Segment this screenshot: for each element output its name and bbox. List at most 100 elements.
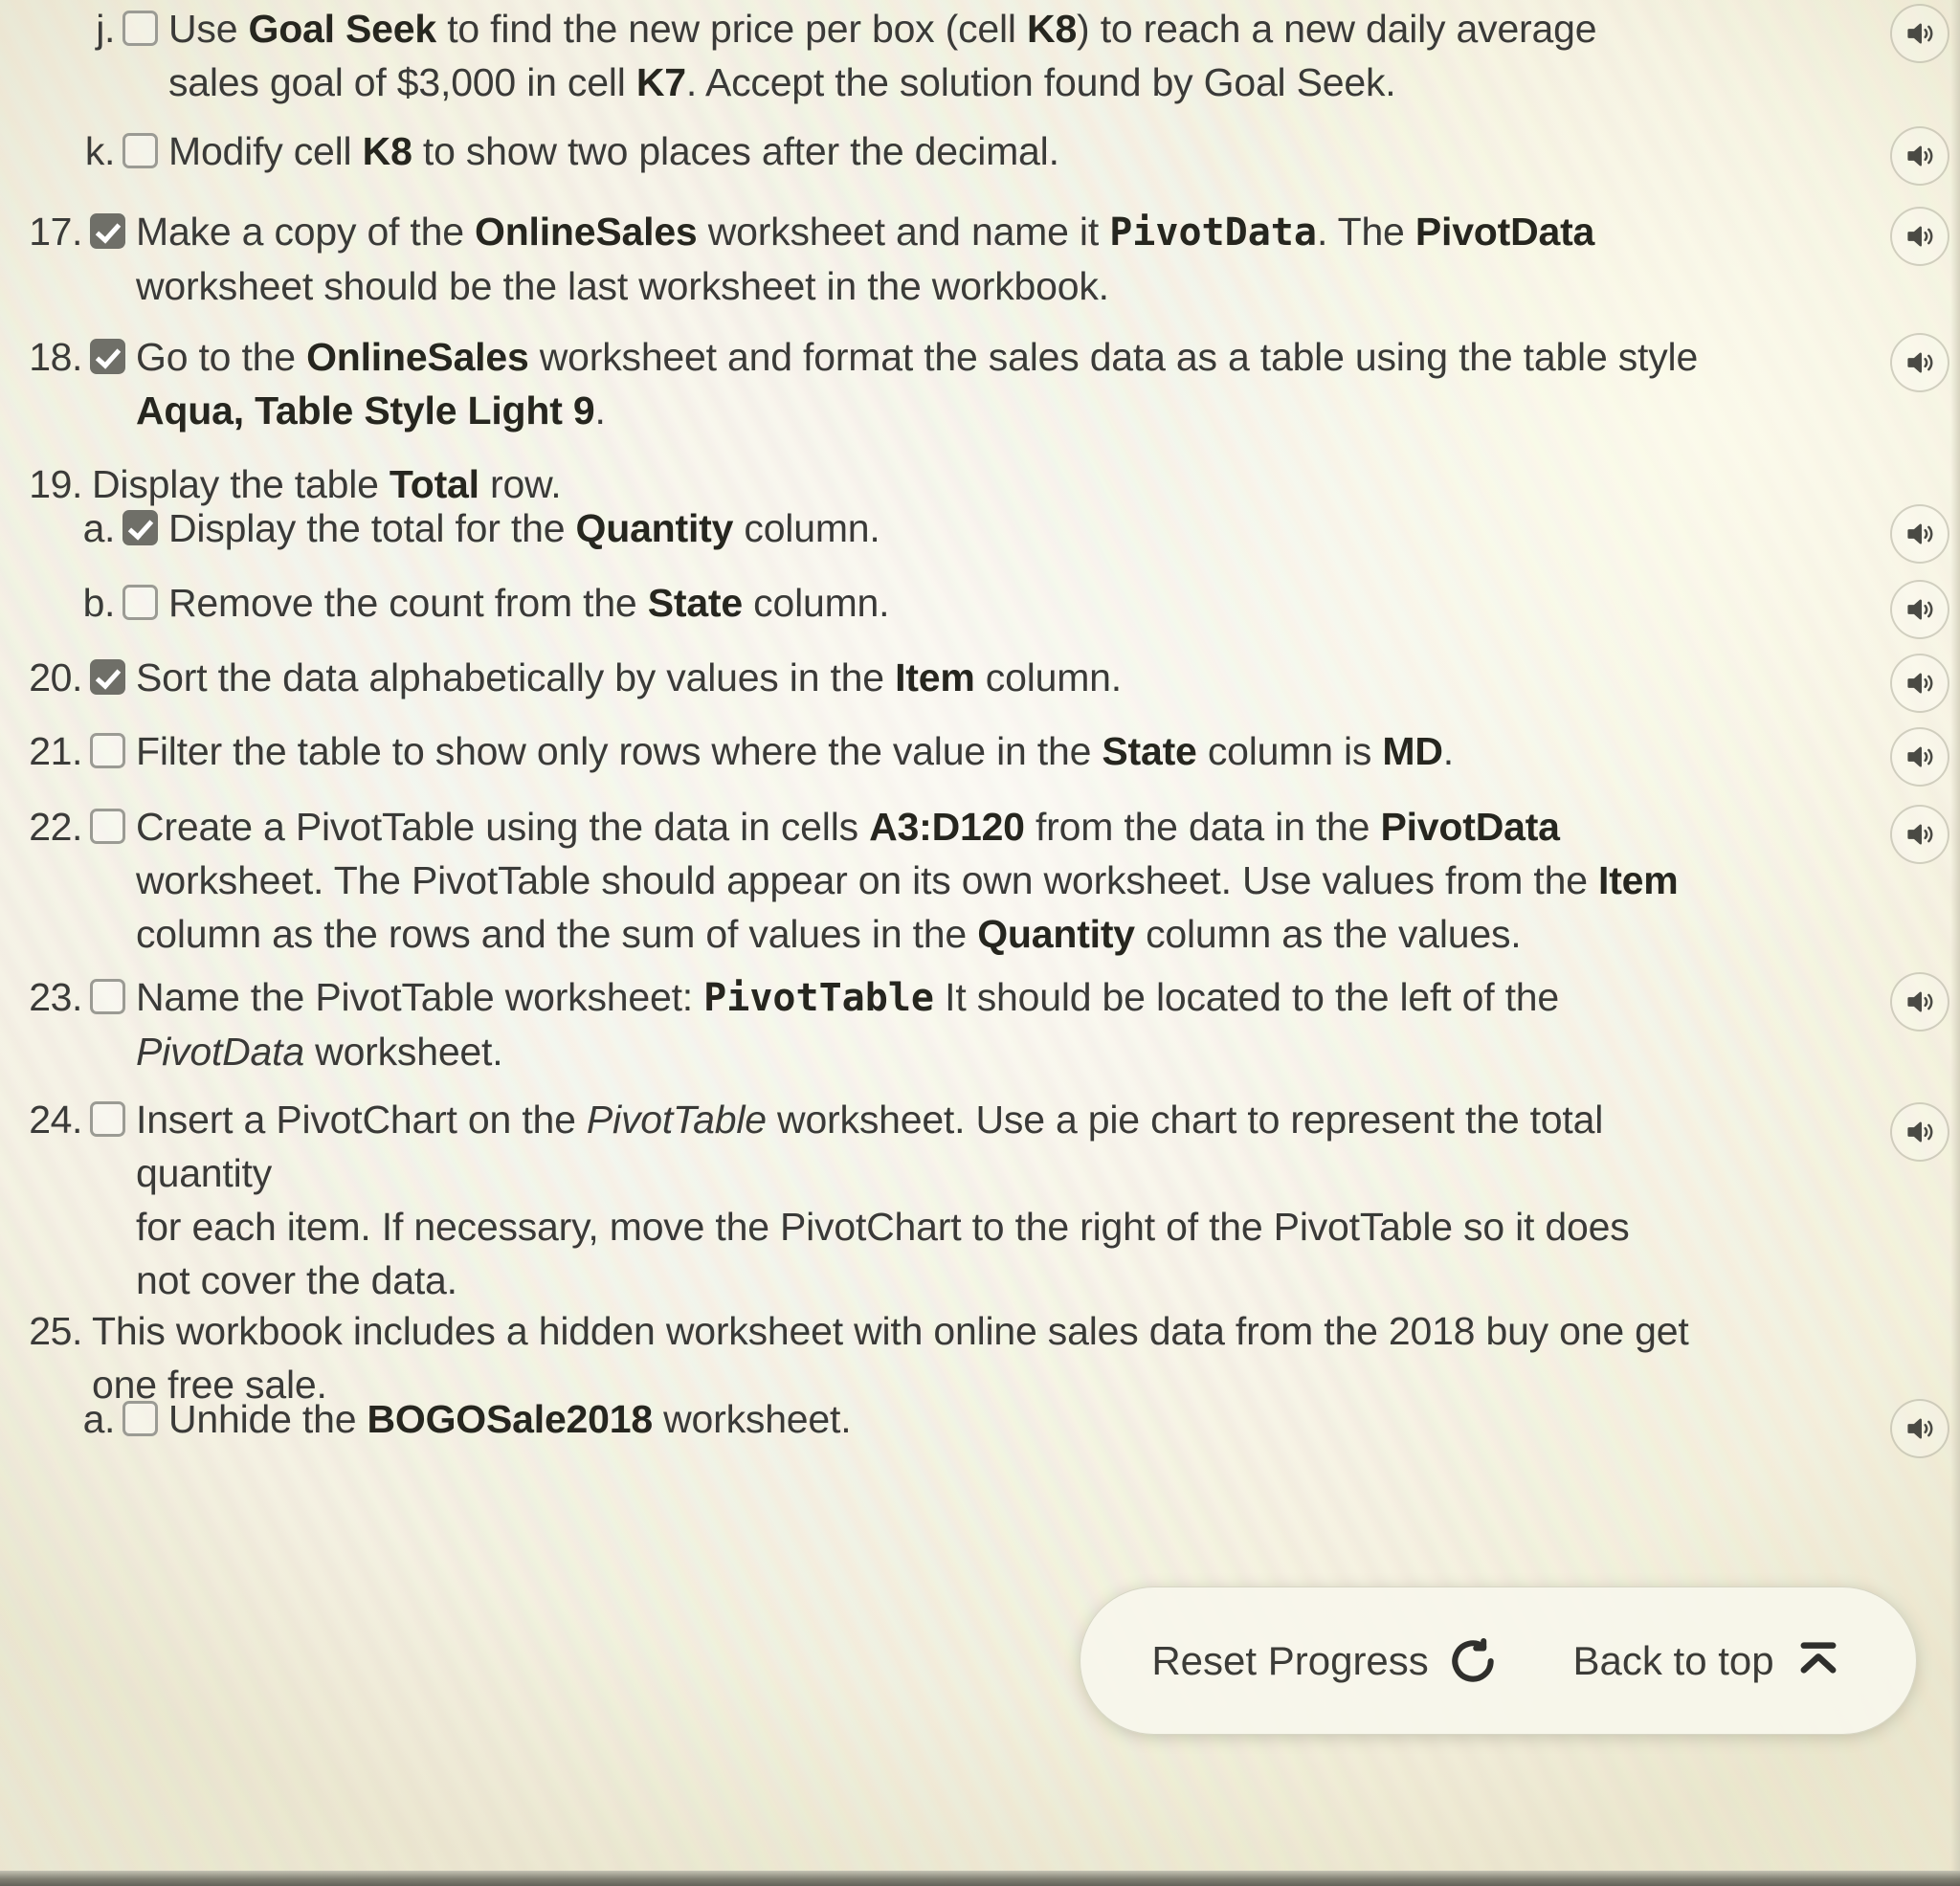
text-run: not cover the data.: [136, 1258, 457, 1302]
checkbox-checked-icon[interactable]: [90, 339, 125, 374]
checklist-item-text: Unhide the BOGOSale2018 worksheet.: [168, 1392, 852, 1446]
text-run: OnlineSales: [475, 210, 698, 254]
checklist-item-number: 17.: [29, 210, 82, 254]
checkbox-checked-icon[interactable]: [90, 659, 125, 695]
read-aloud-button[interactable]: [1890, 126, 1949, 186]
checklist-item-text: Name the PivotTable worksheet: PivotTabl…: [136, 970, 1559, 1078]
text-run: Display the total for the: [168, 506, 576, 550]
checkbox-unchecked-icon[interactable]: [122, 1401, 158, 1436]
text-run: Display the table: [92, 462, 390, 506]
text-run: PivotTable: [586, 1098, 767, 1142]
text-run: State: [647, 581, 743, 625]
read-aloud-button[interactable]: [1890, 1102, 1949, 1162]
speaker-volume-icon: [1904, 17, 1936, 50]
text-run: column.: [974, 655, 1122, 699]
checklist-item-number: k.: [84, 129, 115, 173]
text-run: sales goal of $3,000 in cell: [168, 60, 636, 104]
checkbox-unchecked-icon[interactable]: [90, 809, 125, 844]
speaker-volume-icon: [1904, 518, 1936, 550]
read-aloud-button[interactable]: [1890, 654, 1949, 713]
text-run: to show two places after the decimal.: [412, 129, 1059, 173]
read-aloud-button[interactable]: [1890, 4, 1949, 63]
read-aloud-button[interactable]: [1890, 727, 1949, 787]
checkbox-unchecked-icon[interactable]: [122, 585, 158, 620]
text-run: Use: [168, 7, 249, 51]
speaker-volume-icon: [1904, 140, 1936, 172]
text-run: worksheet.: [652, 1397, 852, 1441]
reset-progress-label: Reset Progress: [1151, 1637, 1429, 1683]
text-run: .: [594, 388, 606, 433]
text-run: Sort the data alphabetically by values i…: [136, 655, 896, 699]
speaker-volume-icon: [1904, 220, 1936, 253]
floating-action-bar: Reset Progress Back to top: [1080, 1586, 1917, 1735]
text-run: Create a PivotTable using the data in ce…: [136, 805, 870, 849]
checklist-item-text: Filter the table to show only rows where…: [136, 724, 1454, 778]
text-run: Remove the count from the: [168, 581, 648, 625]
text-run: Item: [1598, 858, 1679, 902]
checklist-item-text: Display the total for the Quantity colum…: [168, 501, 880, 555]
text-run: PivotData: [1380, 805, 1560, 849]
checkbox-unchecked-icon[interactable]: [122, 133, 158, 168]
text-run: column.: [733, 506, 880, 550]
text-run: Modify cell: [168, 129, 363, 173]
checklist-item: 17. Make a copy of the OnlineSales worksh…: [27, 205, 1845, 313]
read-aloud-button[interactable]: [1890, 1399, 1949, 1458]
checklist-item: 23. Name the PivotTable worksheet: PivotT…: [27, 970, 1845, 1078]
checklist-item-line: worksheet. The PivotTable should appear …: [136, 854, 1679, 907]
checklist-item: 20. Sort the data alphabetically by value…: [27, 651, 1845, 704]
read-aloud-button[interactable]: [1890, 207, 1949, 266]
text-run: worksheet should be the last worksheet i…: [136, 264, 1109, 308]
checklist-item-line: for each item. If necessary, move the Pi…: [136, 1200, 1630, 1254]
speaker-volume-icon: [1904, 818, 1936, 851]
checklist-item-text: Create a PivotTable using the data in ce…: [136, 800, 1679, 961]
text-run: State: [1102, 729, 1197, 773]
read-aloud-button[interactable]: [1890, 972, 1949, 1032]
text-run: Name the PivotTable worksheet:: [136, 975, 704, 1019]
checklist-item-line: PivotData worksheet.: [136, 1025, 1559, 1078]
checkbox-unchecked-icon[interactable]: [90, 979, 125, 1014]
text-run: Aqua, Table Style Light 9: [136, 388, 595, 433]
checklist-item-line: Filter the table to show only rows where…: [136, 724, 1454, 778]
checklist-item-line: Name the PivotTable worksheet: PivotTabl…: [136, 970, 1559, 1025]
checklist-item-number: 18.: [29, 335, 82, 379]
checklist-item-line: Go to the OnlineSales worksheet and form…: [136, 330, 1698, 384]
checklist-item-text: Use Goal Seek to find the new price per …: [168, 2, 1597, 109]
text-run: Insert a PivotChart on the: [136, 1098, 587, 1142]
back-to-top-label: Back to top: [1572, 1637, 1774, 1683]
read-aloud-button[interactable]: [1890, 504, 1949, 564]
speaker-volume-icon: [1904, 667, 1936, 699]
speaker-volume-icon: [1904, 593, 1936, 626]
checklist-item-text: Remove the count from the State column.: [168, 576, 890, 630]
text-run: K8: [1027, 7, 1078, 51]
checkbox-unchecked-icon[interactable]: [122, 11, 158, 46]
checklist-item-number: 24.: [29, 1098, 82, 1142]
read-aloud-button[interactable]: [1890, 580, 1949, 639]
speaker-volume-icon: [1904, 986, 1936, 1018]
checkbox-checked-icon[interactable]: [90, 213, 125, 249]
text-run: K8: [362, 129, 412, 173]
text-run: from the data in the: [1024, 805, 1381, 849]
checklist-item-line: Insert a PivotChart on the PivotTable wo…: [136, 1093, 1630, 1146]
text-run: worksheet and name it: [697, 210, 1110, 254]
text-run: column as the values.: [1134, 912, 1522, 956]
text-run: Goal Seek: [248, 7, 437, 51]
checklist-item-line: Use Goal Seek to find the new price per …: [168, 2, 1597, 55]
arrow-up-to-line-icon: [1792, 1634, 1845, 1688]
checkbox-unchecked-icon[interactable]: [90, 733, 125, 768]
text-run: PivotData: [1414, 210, 1595, 254]
text-run: worksheet.: [303, 1030, 503, 1074]
checklist-item-line: worksheet should be the last worksheet i…: [136, 259, 1594, 313]
text-run: . Accept the solution found by Goal Seek…: [685, 60, 1396, 104]
checklist-item-line: not cover the data.: [136, 1254, 1630, 1307]
text-run: BOGOSale2018: [367, 1397, 654, 1441]
text-run: for each item. If necessary, move the Pi…: [136, 1205, 1630, 1249]
text-run: column.: [742, 581, 890, 625]
text-run: Quantity: [575, 506, 734, 550]
checkbox-unchecked-icon[interactable]: [90, 1101, 125, 1137]
read-aloud-button[interactable]: [1890, 805, 1949, 864]
checklist-item: a. Unhide the BOGOSale2018 worksheet.: [78, 1392, 1845, 1446]
reset-progress-button[interactable]: Reset Progress: [1151, 1634, 1499, 1688]
read-aloud-button[interactable]: [1890, 333, 1949, 392]
back-to-top-button[interactable]: Back to top: [1573, 1634, 1845, 1688]
checkbox-checked-icon[interactable]: [122, 510, 158, 545]
